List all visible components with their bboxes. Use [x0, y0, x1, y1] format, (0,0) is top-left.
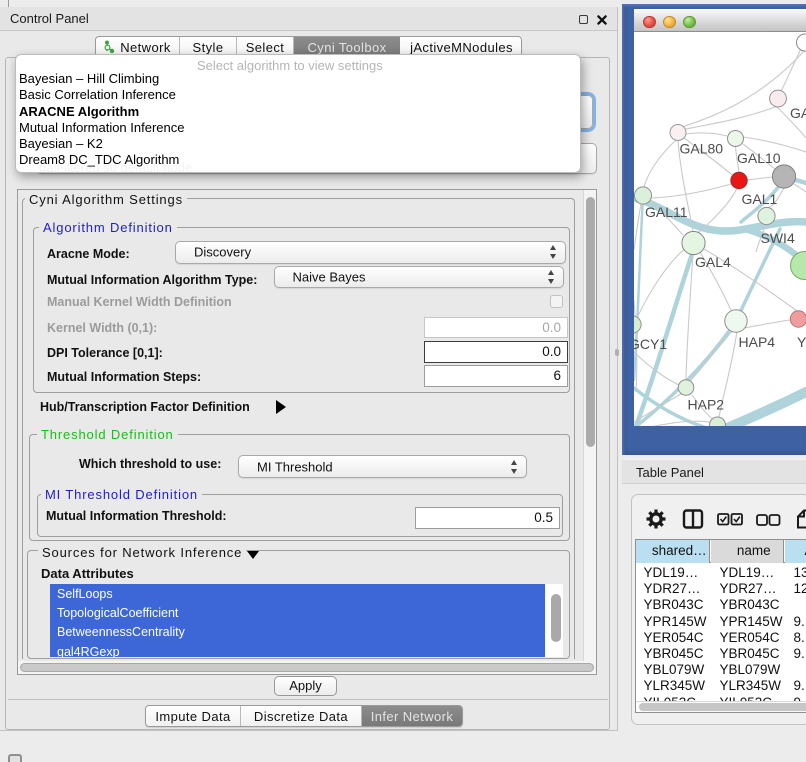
svg-text:YM: YM — [797, 334, 806, 350]
svg-text:GAL10: GAL10 — [737, 150, 781, 166]
svg-text:GAL4: GAL4 — [695, 254, 731, 270]
svg-text:HAP4: HAP4 — [739, 334, 776, 350]
svg-text:SWI4: SWI4 — [761, 230, 795, 246]
svg-text:GAL1: GAL1 — [742, 191, 778, 207]
svg-text:GAL80: GAL80 — [680, 141, 724, 157]
svg-text:GCY1: GCY1 — [634, 336, 667, 352]
svg-text:GAL11: GAL11 — [645, 204, 688, 220]
svg-text:GAL2: GAL2 — [790, 105, 806, 121]
svg-text:HAP2: HAP2 — [688, 397, 725, 413]
